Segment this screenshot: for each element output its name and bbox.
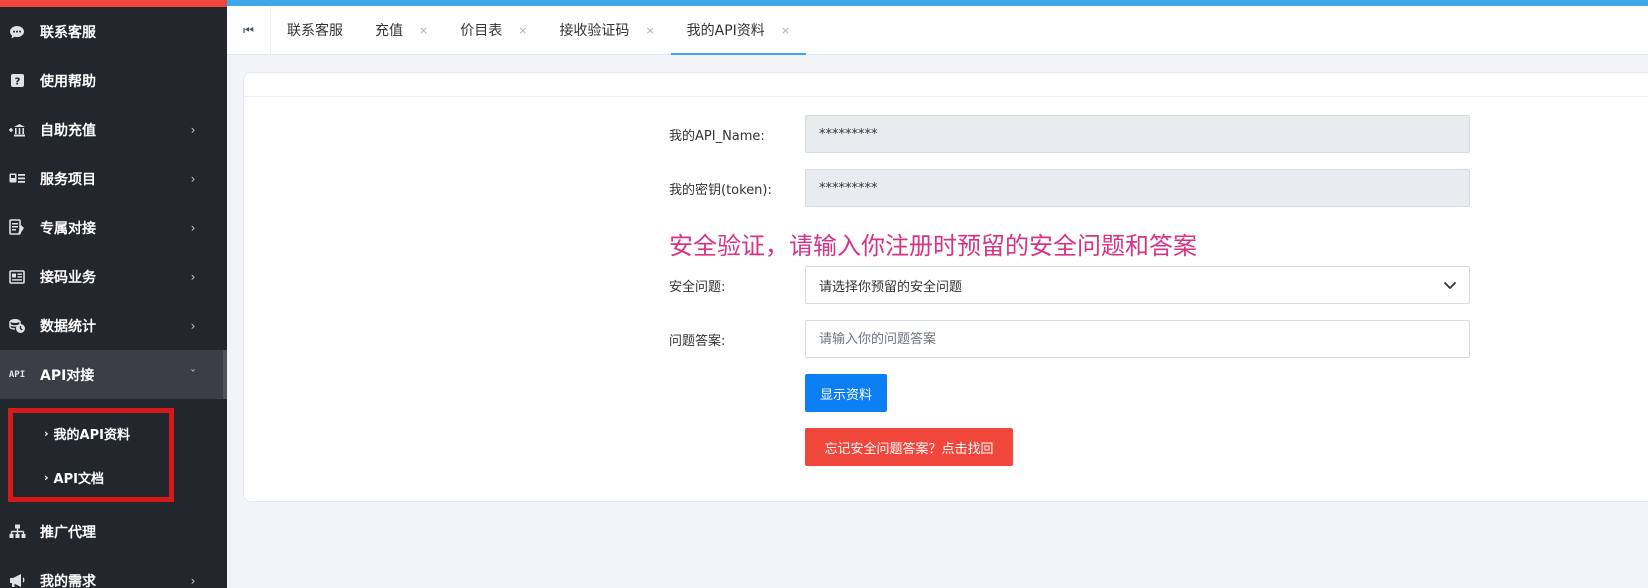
- sidebar-item-api-integration[interactable]: API API对接 ˇ: [0, 350, 227, 399]
- api-name-field: *********: [805, 115, 1470, 153]
- bank-icon: [8, 121, 26, 139]
- chevron-right-icon: ›: [190, 220, 196, 235]
- api-submenu: › 我的API资料 › API文档: [0, 402, 227, 502]
- sidebar-item-label: 自助充值: [40, 122, 96, 139]
- tab-label: 价目表: [460, 23, 503, 39]
- sidebar: 联系客服 ? 使用帮助 自助充值 › 服务项目 › 专属对接 › 接码业务 ›: [0, 0, 227, 588]
- sidebar-item-my-requests[interactable]: 我的需求 ›: [0, 556, 227, 588]
- card-list-icon: [8, 170, 26, 188]
- token-field: *********: [805, 169, 1470, 207]
- document-icon: [8, 219, 26, 237]
- chevron-right-icon: ›: [190, 122, 196, 137]
- sidebar-item-help[interactable]: ? 使用帮助: [0, 56, 227, 105]
- answer-input[interactable]: [805, 320, 1470, 358]
- forgot-answer-button[interactable]: 忘记安全问题答案？点击找回: [805, 428, 1013, 466]
- close-icon[interactable]: ×: [781, 24, 790, 37]
- newspaper-icon: [8, 268, 26, 286]
- sidebar-item-statistics[interactable]: 数据统计 ›: [0, 301, 227, 350]
- show-info-button[interactable]: 显示资料: [805, 374, 887, 412]
- sidebar-item-label: 推广代理: [40, 524, 96, 541]
- chevron-right-icon: ›: [190, 318, 196, 333]
- coins-icon: [8, 317, 26, 335]
- chevron-down-icon: ˇ: [190, 367, 196, 382]
- skip-back-icon: ⏮: [243, 22, 254, 37]
- submenu-item-label: 我的API资料: [53, 427, 130, 443]
- sidebar-item-label: 数据统计: [40, 318, 96, 335]
- tab-scroll-first-button[interactable]: ⏮: [227, 6, 271, 54]
- card-header: [244, 73, 1648, 97]
- sidebar-item-service-projects[interactable]: 服务项目 ›: [0, 154, 227, 203]
- sidebar-item-dedicated-integration[interactable]: 专属对接 ›: [0, 203, 227, 252]
- sidebar-item-contact-service[interactable]: 联系客服: [0, 7, 227, 56]
- tab-my-api-info[interactable]: 我的API资料 ×: [670, 6, 807, 55]
- chevron-right-icon: ›: [190, 573, 196, 588]
- close-icon[interactable]: ×: [518, 24, 527, 37]
- security-question-label: 安全问题:: [669, 279, 726, 295]
- api-icon: API: [8, 369, 26, 380]
- tab-label: 充值: [375, 23, 403, 39]
- sidebar-item-self-recharge[interactable]: 自助充值 ›: [0, 105, 227, 154]
- sidebar-item-label: 专属对接: [40, 220, 96, 237]
- megaphone-icon: [8, 572, 26, 588]
- tab-recharge[interactable]: 充值 ×: [359, 6, 444, 54]
- svg-text:?: ?: [14, 77, 20, 88]
- tab-price-list[interactable]: 价目表 ×: [444, 6, 543, 54]
- tab-label: 我的API资料: [686, 23, 765, 39]
- sidebar-item-label: 接码业务: [40, 269, 96, 286]
- sitemap-icon: [8, 523, 26, 541]
- sidebar-item-promotion-agent[interactable]: 推广代理: [0, 507, 227, 556]
- sidebar-item-sms-business[interactable]: 接码业务 ›: [0, 252, 227, 301]
- answer-label: 问题答案:: [669, 333, 726, 349]
- chevron-right-icon: ›: [44, 470, 49, 484]
- tab-bar: ⏮ 联系客服 充值 × 价目表 × 接收验证码 × 我的API资料 ×: [227, 6, 1648, 55]
- chevron-right-icon: ›: [44, 426, 49, 440]
- sidebar-item-label: 服务项目: [40, 171, 96, 188]
- chat-bubble-icon: [8, 23, 26, 41]
- tab-label: 联系客服: [287, 23, 343, 39]
- tab-contact-service[interactable]: 联系客服: [271, 6, 359, 54]
- chevron-down-icon: [1444, 282, 1456, 289]
- submenu-item-my-api-info[interactable]: › 我的API资料: [0, 413, 227, 453]
- security-question-select[interactable]: 请选择你预留的安全问题: [805, 266, 1470, 304]
- security-question-selected: 请选择你预留的安全问题: [819, 279, 963, 295]
- sidebar-item-label: API对接: [40, 367, 95, 384]
- tab-receive-code[interactable]: 接收验证码 ×: [543, 6, 670, 54]
- sidebar-item-label: 使用帮助: [40, 73, 96, 90]
- tab-label: 接收验证码: [559, 23, 630, 39]
- api-info-card: 我的API_Name: ********* 我的密钥(token): *****…: [243, 72, 1648, 502]
- sidebar-top-accent: [0, 0, 227, 7]
- close-icon[interactable]: ×: [419, 24, 428, 37]
- sidebar-item-label: 我的需求: [40, 573, 96, 588]
- close-icon[interactable]: ×: [645, 24, 654, 37]
- token-label: 我的密钥(token):: [669, 182, 772, 198]
- submenu-item-label: API文档: [53, 471, 104, 487]
- chevron-right-icon: ›: [190, 171, 196, 186]
- question-icon: ?: [8, 72, 26, 90]
- sidebar-item-label: 联系客服: [40, 24, 96, 41]
- security-verification-title: 安全验证，请输入你注册时预留的安全问题和答案: [669, 231, 1197, 260]
- submenu-item-api-docs[interactable]: › API文档: [0, 457, 227, 497]
- chevron-right-icon: ›: [190, 269, 196, 284]
- api-name-label: 我的API_Name:: [669, 128, 765, 144]
